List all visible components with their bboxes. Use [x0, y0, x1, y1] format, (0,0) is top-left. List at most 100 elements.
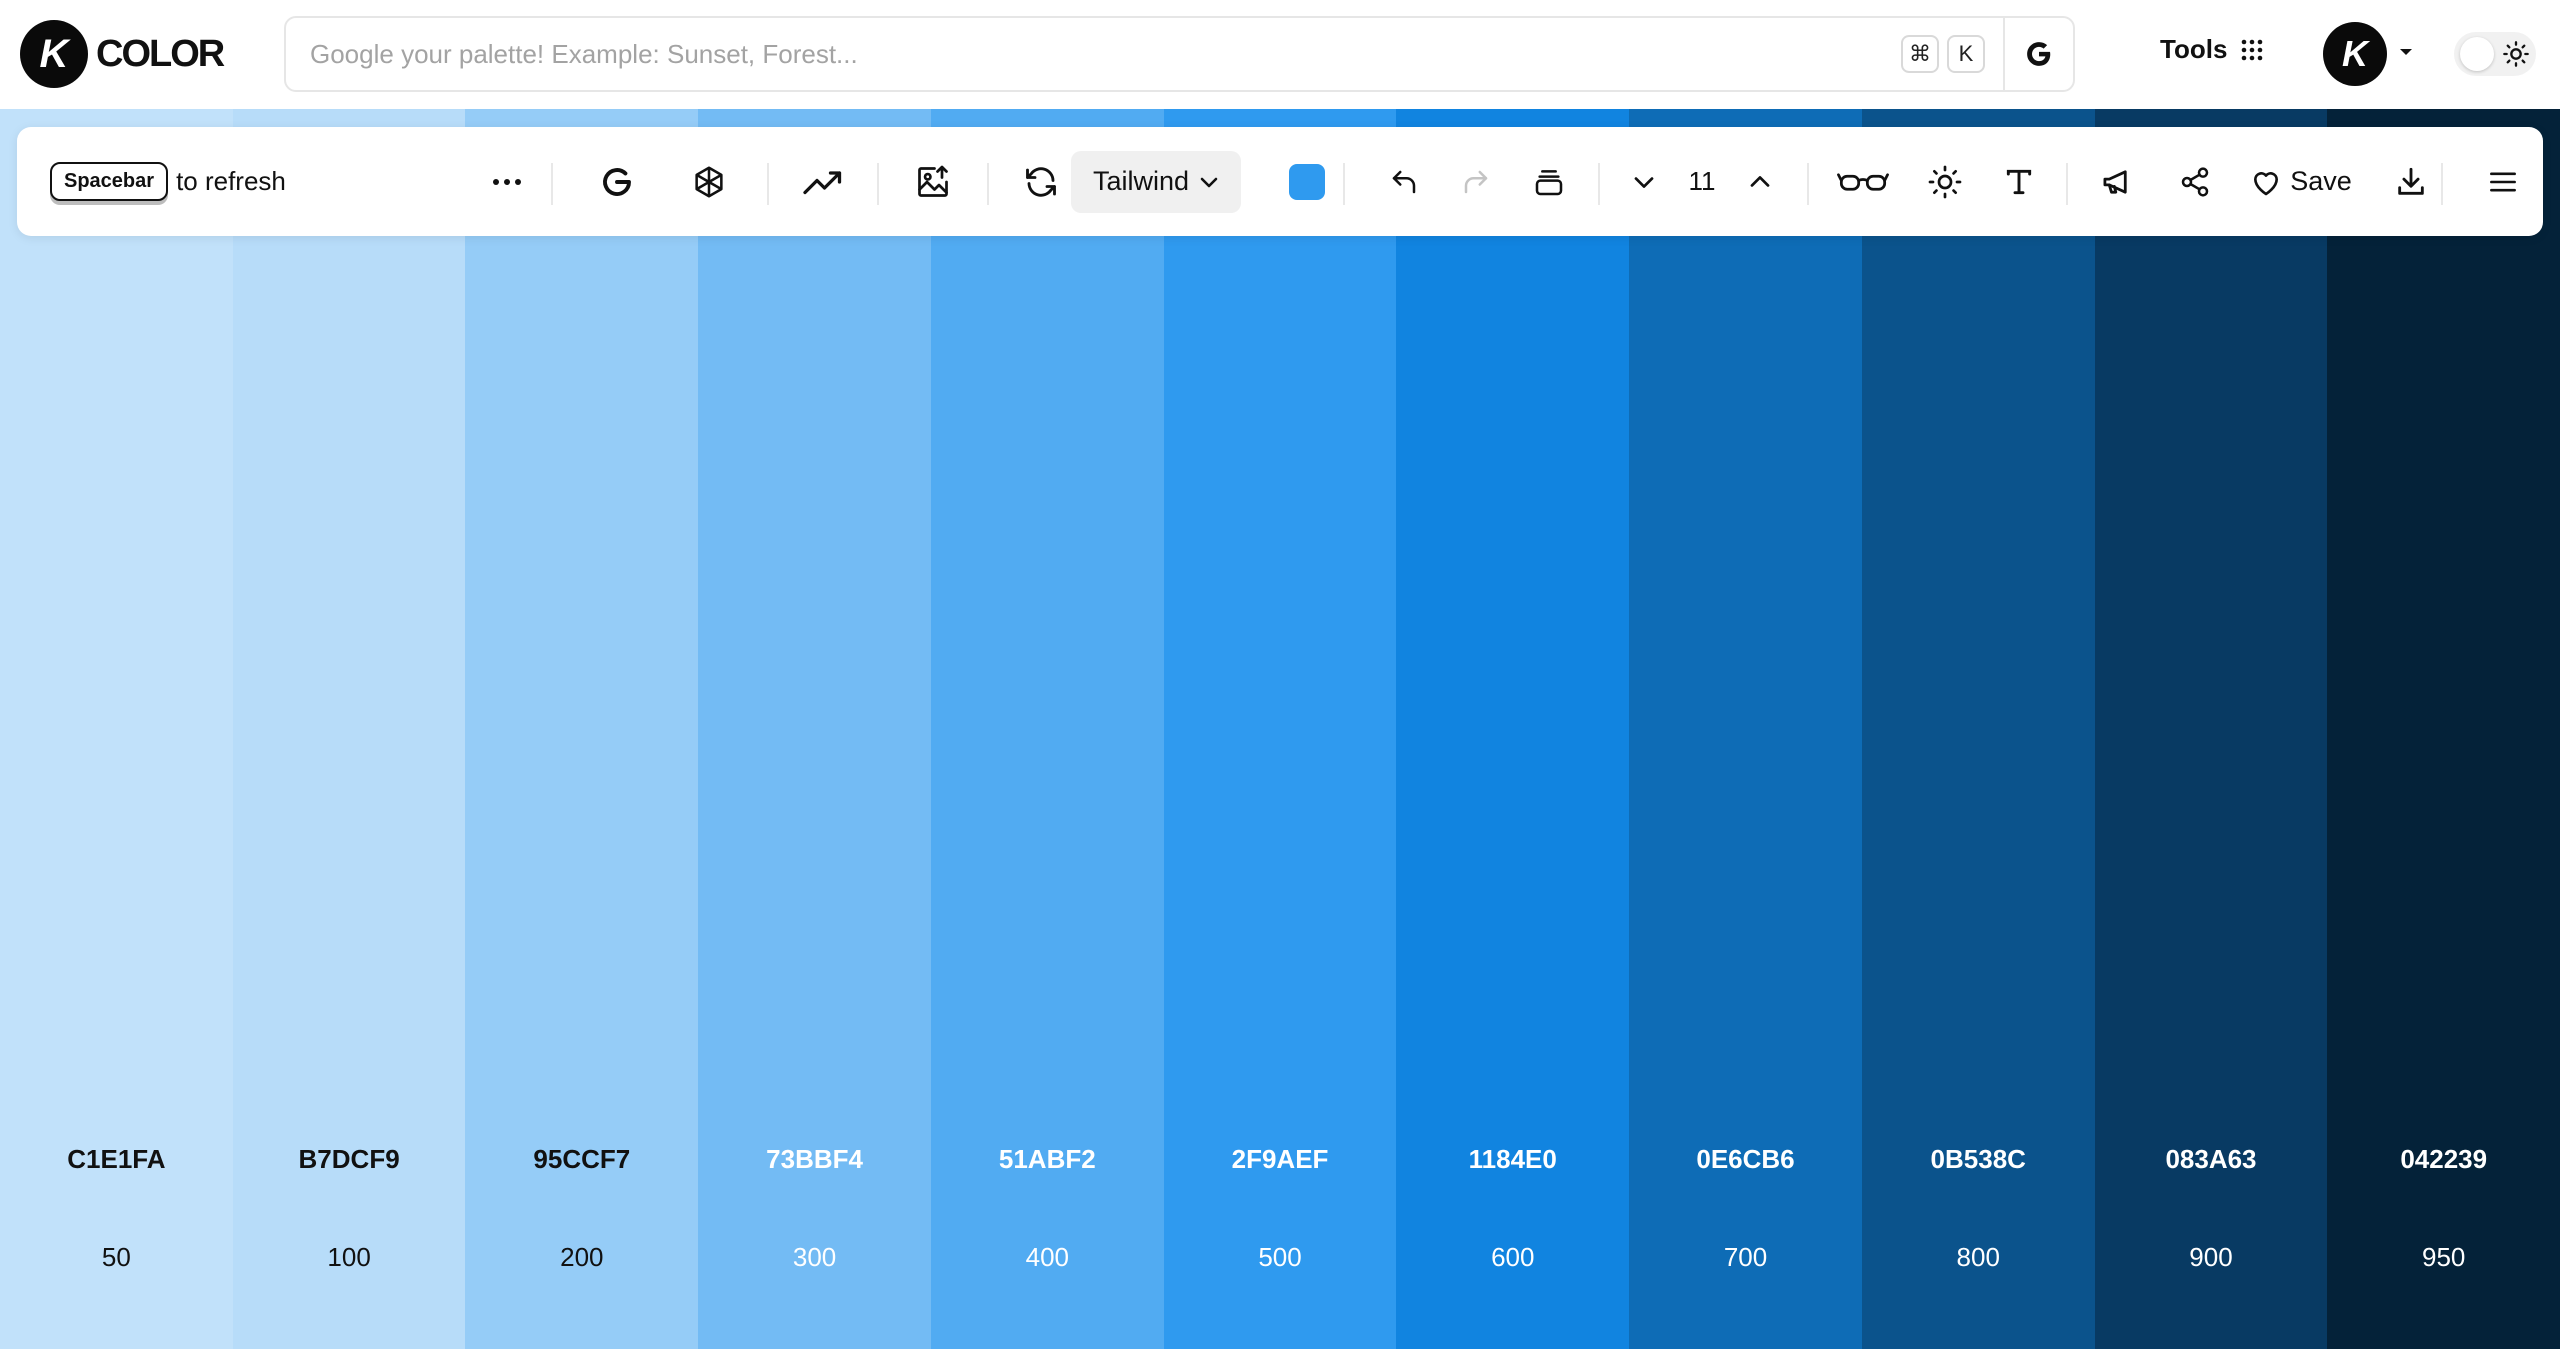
swatch-900[interactable]: 083A63 900 — [2094, 109, 2328, 1349]
divider — [1598, 163, 1600, 205]
google-icon — [603, 167, 631, 196]
undo-icon — [1392, 170, 1416, 193]
trend-icon — [803, 170, 842, 194]
swatch-shade: 300 — [792, 1242, 837, 1272]
preset-label: Tailwind — [1093, 166, 1190, 196]
swatch-hex[interactable]: B7DCF9 — [233, 1144, 466, 1175]
more-button[interactable] — [479, 127, 535, 236]
preset-select[interactable]: Tailwind — [1071, 150, 1242, 213]
refresh-hint: Spacebar to refresh — [50, 127, 286, 236]
share-icon — [2181, 166, 2209, 197]
decrease-count-button[interactable] — [1609, 127, 1679, 236]
chevron-up-icon — [1750, 175, 1770, 187]
trend-button[interactable] — [783, 127, 863, 236]
layers-button[interactable] — [1511, 127, 1587, 236]
download-button[interactable] — [2371, 127, 2451, 236]
preset-dropdown[interactable]: Tailwind — [1071, 127, 1242, 236]
swatch-shade: 500 — [1258, 1242, 1302, 1272]
undo-button[interactable] — [1367, 127, 1441, 236]
search-input[interactable] — [286, 18, 1901, 90]
refresh-hint-text: to refresh — [176, 166, 286, 196]
redo-button[interactable] — [1439, 127, 1513, 236]
shade-count-value: 11 — [1688, 166, 1716, 196]
color-blindness-button[interactable] — [1823, 127, 1903, 236]
heart-icon — [2254, 171, 2279, 195]
divider — [767, 163, 769, 205]
typography-button[interactable] — [1979, 127, 2059, 236]
more-icon — [493, 178, 521, 185]
chevron-down-icon — [1634, 176, 1654, 188]
menu-button[interactable] — [2463, 127, 2543, 236]
user-avatar[interactable]: K — [2323, 22, 2387, 86]
swatch-hex[interactable]: 95CCF7 — [465, 1144, 698, 1175]
announce-button[interactable] — [2077, 127, 2159, 236]
swatch-300[interactable]: 73BBF4 300 — [698, 109, 931, 1349]
swatch-hex[interactable]: 1184E0 — [1396, 1144, 1629, 1175]
swatch-600[interactable]: 1184E0 600 — [1396, 109, 1630, 1349]
save-button[interactable]: Save — [2231, 127, 2371, 236]
logo[interactable]: K COLOR — [20, 20, 225, 88]
swatch-hex[interactable]: 042239 — [2327, 1144, 2560, 1175]
swatch-400[interactable]: 51ABF2 400 — [930, 109, 1164, 1349]
save-label: Save — [2290, 166, 2352, 196]
image-upload-icon — [918, 165, 948, 197]
regenerate-button[interactable] — [1001, 127, 1081, 236]
caret-down-icon[interactable] — [2398, 46, 2414, 58]
grid-dots-icon — [2242, 39, 2263, 60]
megaphone-icon — [2103, 169, 2127, 194]
swatch-hex[interactable]: 0B538C — [1862, 1144, 2095, 1175]
layers-icon — [1535, 169, 1563, 195]
swatch-shade: 700 — [1723, 1242, 1768, 1272]
divider — [2441, 163, 2443, 205]
download-icon — [2398, 167, 2424, 195]
swatch-50[interactable]: C1E1FA 50 — [0, 109, 233, 1349]
swatch-hex[interactable]: 73BBF4 — [698, 1144, 931, 1175]
increase-count-button[interactable] — [1725, 127, 1795, 236]
swatch-shade: 400 — [1025, 1242, 1069, 1272]
swatch-hex[interactable]: 2F9AEF — [1164, 1144, 1397, 1175]
swatch-500[interactable]: 2F9AEF 500 — [1163, 109, 1397, 1349]
swatch-shade: 50 — [101, 1242, 131, 1272]
cmd-key-hint: ⌘ — [1901, 35, 1939, 73]
k-key-hint: K — [1947, 35, 1985, 73]
save-button-inner[interactable]: Save — [2250, 166, 2352, 197]
google-button[interactable] — [577, 127, 657, 236]
divider — [551, 163, 553, 205]
swatch-hex[interactable]: 083A63 — [2095, 1144, 2328, 1175]
sun-icon — [1928, 165, 1962, 198]
spacebar-key[interactable]: Spacebar — [50, 162, 169, 201]
refresh-icon — [1026, 166, 1056, 197]
tools-label: Tools — [2160, 34, 2228, 64]
menu-icon — [2490, 172, 2516, 191]
swatch-shade: 600 — [1491, 1242, 1535, 1272]
google-icon — [2027, 42, 2051, 66]
divider — [987, 163, 989, 205]
ai-generate-button[interactable] — [669, 127, 749, 236]
swatch-200[interactable]: 95CCF7 200 — [465, 109, 699, 1349]
google-search-button[interactable] — [2003, 18, 2073, 90]
image-upload-button[interactable] — [893, 127, 973, 236]
tools-menu[interactable]: Tools — [2160, 34, 2263, 65]
brightness-button[interactable] — [1905, 127, 1985, 236]
swatch-shade: 200 — [560, 1242, 604, 1272]
share-button[interactable] — [2155, 127, 2235, 236]
logo-text: COLOR — [96, 32, 225, 75]
swatch-hex[interactable]: 51ABF2 — [931, 1144, 1164, 1175]
theme-toggle[interactable] — [2454, 32, 2536, 76]
swatch-800[interactable]: 0B538C 800 — [1861, 109, 2095, 1349]
swatch-100[interactable]: B7DCF9 100 — [232, 109, 466, 1349]
swatch-hex[interactable]: 0E6CB6 — [1629, 1144, 1862, 1175]
base-color-swatch[interactable] — [1289, 163, 1325, 200]
swatch-950[interactable]: 042239 950 — [2327, 109, 2560, 1349]
redo-icon — [1464, 170, 1488, 193]
swatch-700[interactable]: 0E6CB6 700 — [1629, 109, 1862, 1349]
swatch-shade: 900 — [2189, 1242, 2233, 1272]
divider — [1807, 163, 1809, 205]
palette-toolbar: Spacebar to refresh Tailwind 11 Save — [17, 127, 2543, 236]
swatch-hex[interactable]: C1E1FA — [0, 1144, 233, 1175]
base-color-picker[interactable] — [1267, 127, 1347, 236]
text-icon — [2006, 169, 2032, 194]
swatch-shade: 100 — [327, 1242, 371, 1272]
openai-icon — [695, 165, 723, 198]
glasses-icon — [1837, 172, 1889, 191]
